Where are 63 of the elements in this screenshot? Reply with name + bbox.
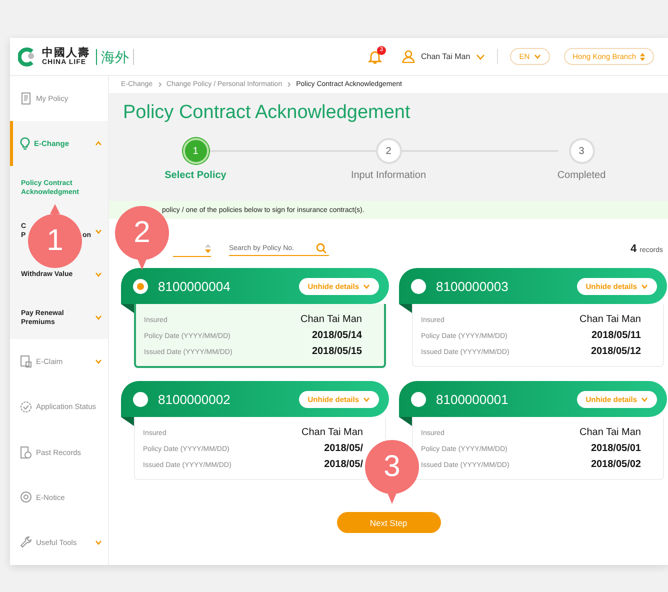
field-value: 2018/05/15 [312, 346, 362, 357]
chevron-down-icon [476, 54, 486, 60]
field-value: Chan Tai Man [301, 427, 363, 438]
field-value: 2018/05/14 [312, 330, 362, 341]
document-clock-icon [20, 446, 32, 459]
logo-chinese-text: 中國人壽 [42, 48, 90, 58]
step-number: 3 [568, 138, 594, 164]
step-label: Completed [557, 170, 606, 181]
chevron-down-icon [534, 54, 541, 59]
chevron-right-icon [287, 82, 292, 87]
chevron-down-icon [95, 272, 102, 277]
field-value: 2018/05/ [324, 443, 363, 454]
ribbon-fold-icon [399, 417, 412, 426]
ribbon-fold-icon [121, 417, 134, 426]
step-label: Select Policy [164, 170, 226, 181]
callout-tooltip: 3 [365, 440, 419, 504]
radio-button[interactable] [411, 278, 426, 294]
record-count: 4 [630, 243, 637, 255]
lightbulb-icon [20, 137, 30, 150]
user-icon [402, 50, 415, 63]
document-icon [20, 92, 32, 106]
radio-button[interactable] [133, 278, 148, 294]
step-label: Input Information [350, 170, 426, 181]
field-value: 2018/05/02 [590, 459, 641, 470]
field-value: Chan Tai Man [300, 314, 362, 325]
field-value: 2018/05/12 [590, 346, 641, 357]
chevron-right-icon [158, 82, 162, 87]
step-number: 2 [376, 138, 402, 164]
step-number: 1 [182, 138, 208, 164]
chevron-down-icon [95, 540, 102, 545]
chevron-down-icon [641, 284, 648, 288]
radio-button[interactable] [411, 392, 426, 406]
callout-tooltip: 1 [28, 204, 82, 268]
user-menu[interactable]: Chan Tai Man [396, 49, 498, 64]
chevron-down-icon [363, 396, 370, 402]
sort-arrows-icon [205, 244, 211, 253]
logo-tagline: 海外 [96, 48, 134, 64]
policy-number: 8100000002 [158, 392, 232, 406]
ribbon-fold-icon [121, 304, 134, 313]
chevron-down-icon [95, 359, 102, 364]
search-icon [316, 243, 327, 254]
document-dollar-icon [20, 355, 32, 368]
field-value: 2018/05/01 [590, 443, 641, 454]
chevron-down-icon [95, 315, 102, 320]
radio-button[interactable] [133, 392, 148, 406]
field-value: Chan Tai Man [579, 314, 641, 325]
sort-dropdown[interactable] [173, 242, 211, 256]
wrench-icon [20, 536, 32, 548]
clock-check-icon [20, 400, 32, 413]
policy-number: 8100000003 [436, 278, 510, 294]
field-value: Chan Tai Man [579, 427, 641, 438]
chevron-down-icon [641, 396, 648, 402]
chevron-down-icon [95, 228, 102, 234]
next-step-button[interactable]: Next Step [336, 512, 440, 533]
policy-number: 8100000004 [158, 278, 232, 294]
field-value: 2018/05/11 [592, 330, 641, 341]
field-value: 2018/05/ [324, 459, 363, 470]
chevron-down-icon [363, 284, 370, 288]
chevron-up-icon [95, 141, 102, 146]
ribbon-fold-icon [399, 304, 412, 313]
policy-number: 8100000001 [436, 392, 510, 406]
page-title: Policy Contract Acknowledgement [123, 102, 412, 124]
sort-arrows-icon [640, 52, 645, 60]
